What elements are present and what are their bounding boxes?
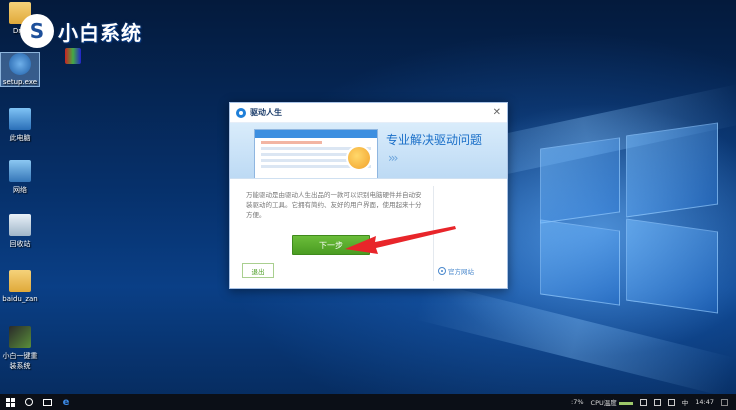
ime-indicator[interactable]: 中: [682, 397, 689, 407]
chevron-right-icon: ›››: [388, 151, 399, 165]
dialog-titlebar[interactable]: 驱动人生 ✕: [230, 103, 507, 123]
windows-logo-graphic: [540, 122, 720, 315]
desktop-icon-network[interactable]: 网络: [0, 160, 40, 195]
clock[interactable]: 14:47: [695, 398, 714, 406]
watermark-text: 小白系统: [58, 20, 142, 45]
desktop-icon-xiaobai[interactable]: 小白一键重装系统: [0, 326, 40, 371]
cortana-icon: [25, 398, 33, 406]
gear-icon: [9, 53, 31, 75]
edge-browser-button[interactable]: e: [56, 394, 76, 410]
archive-icon: [65, 48, 81, 64]
battery-percent: :7%: [571, 398, 584, 406]
watermark-logo: S: [20, 14, 54, 48]
taskbar: e :7% CPU温度 中 14:47: [0, 394, 736, 410]
desktop-icon-this-pc[interactable]: 此电脑: [0, 108, 40, 143]
exit-button[interactable]: 退出: [242, 263, 274, 278]
mascot-image: [346, 145, 372, 171]
computer-icon: [9, 108, 31, 130]
recycle-bin-icon: [9, 214, 31, 236]
divider: [433, 186, 434, 281]
cpu-meter: [618, 401, 633, 405]
watermark: S 小白系统: [20, 14, 142, 48]
close-button[interactable]: ✕: [493, 107, 501, 118]
network-icon[interactable]: [653, 398, 661, 406]
dialog-content: 万能驱动是由驱动人生出品的一款可以识别电脑硬件并自动安装驱动的工具。它拥有简约、…: [230, 180, 509, 290]
network-icon: [9, 160, 31, 182]
windows-icon: [5, 397, 15, 407]
task-view-icon: [42, 398, 52, 406]
cpu-temp-widget[interactable]: CPU温度: [591, 397, 633, 407]
dialog-title: 驱动人生: [250, 108, 282, 117]
desktop-wallpaper: Driv setup.exe 此电脑 网络 回收站 baidu_zan 小白一键…: [0, 0, 736, 410]
chevron-up-icon[interactable]: [639, 398, 647, 406]
task-view-button[interactable]: [38, 394, 56, 410]
banner-slogan: 专业解决驱动问题: [386, 133, 483, 147]
app-icon: [9, 326, 31, 348]
dialog-banner: 专业解决驱动问题 ›››: [230, 123, 507, 179]
volume-icon[interactable]: [667, 398, 675, 406]
official-site-link[interactable]: 官方网站: [438, 266, 474, 276]
installer-dialog: 驱动人生 ✕ 专业解决驱动问题 ››› 万能驱动是由驱动人生出品的一款可以识别电…: [229, 102, 508, 289]
product-description: 万能驱动是由驱动人生出品的一款可以识别电脑硬件并自动安装驱动的工具。它拥有简约、…: [246, 191, 422, 219]
desktop-icon-setup[interactable]: setup.exe: [0, 52, 40, 87]
desktop-icon-baidu-zan[interactable]: baidu_zan: [0, 270, 40, 303]
search-button[interactable]: [20, 394, 38, 410]
edge-icon: e: [62, 396, 70, 408]
notification-icon[interactable]: [721, 398, 728, 406]
desktop-icon-recycle-bin[interactable]: 回收站: [0, 214, 40, 249]
app-logo-icon: [236, 107, 246, 118]
folder-icon: [9, 270, 31, 292]
system-tray: :7% CPU温度 中 14:47: [571, 397, 736, 407]
next-button[interactable]: 下一步: [292, 235, 370, 255]
globe-icon: [438, 267, 446, 275]
start-button[interactable]: [0, 394, 20, 410]
